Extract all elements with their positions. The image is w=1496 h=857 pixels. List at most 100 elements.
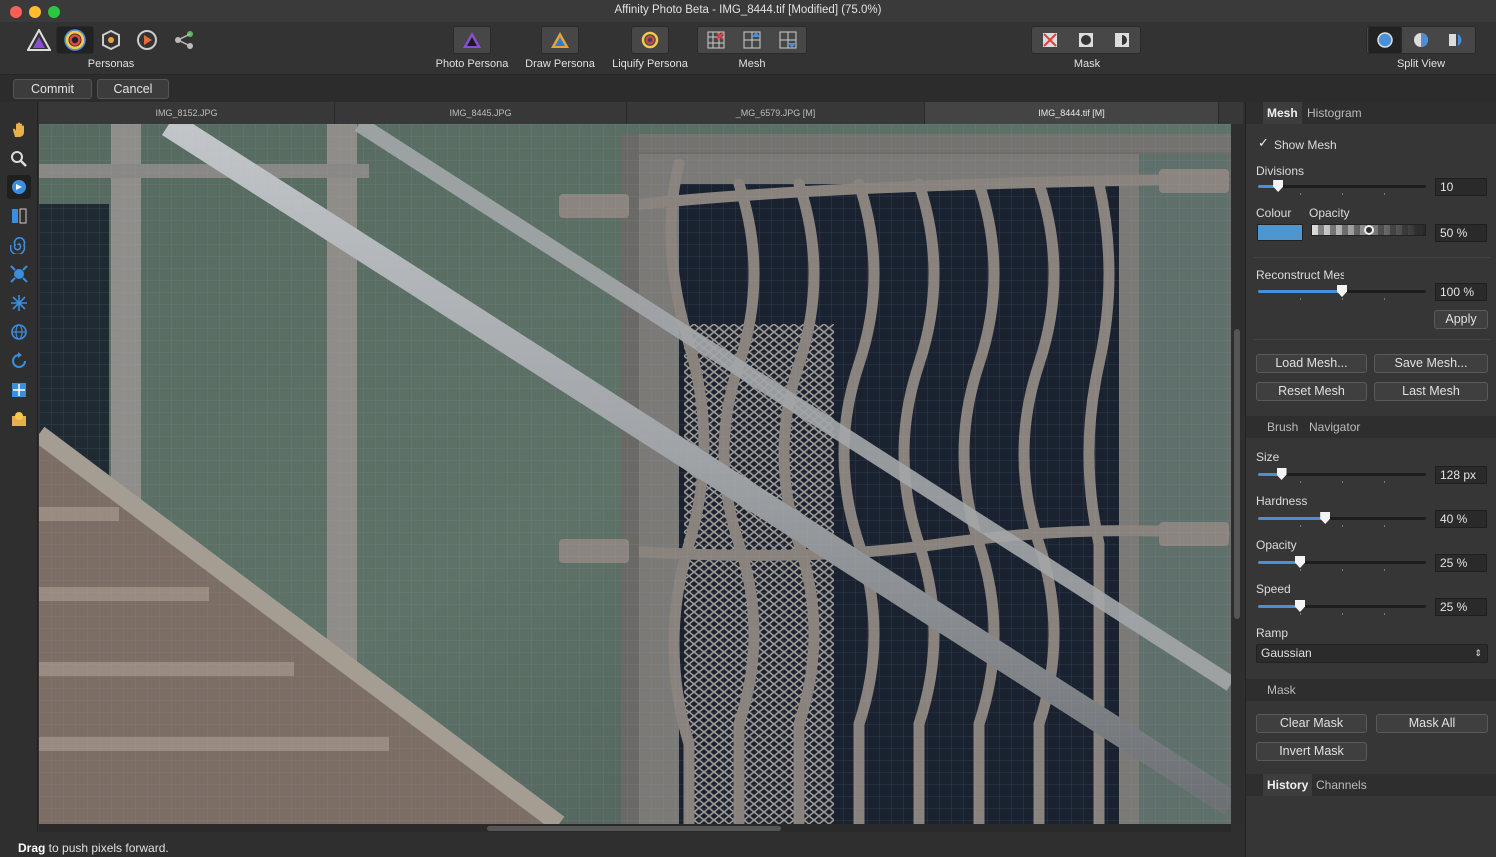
- mesh-opacity-field[interactable]: 50 %: [1435, 224, 1487, 242]
- last-mesh-button[interactable]: Last Mesh: [1374, 382, 1488, 401]
- app-window: Affinity Photo Beta - IMG_8444.tif [Modi…: [0, 0, 1496, 857]
- tab-history[interactable]: History: [1263, 774, 1313, 796]
- view-tool-hand-icon[interactable]: [7, 118, 31, 142]
- draw-persona-label: Draw Persona: [525, 58, 595, 70]
- mesh-colour-swatch[interactable]: [1257, 224, 1303, 241]
- slider-tick: [1384, 298, 1385, 300]
- export-persona-icon[interactable]: [128, 26, 166, 54]
- tab-channels[interactable]: Channels: [1316, 778, 1367, 792]
- slider-thumb[interactable]: [1337, 285, 1347, 297]
- slider-tick: [1300, 481, 1301, 483]
- slider-thumb[interactable]: [1276, 468, 1287, 480]
- tab-histogram[interactable]: Histogram: [1307, 106, 1362, 120]
- liquify-thaw-tool-icon[interactable]: [7, 407, 31, 431]
- horizontal-scroll-thumb[interactable]: [487, 826, 781, 831]
- liquify-freeze-tool-icon[interactable]: [7, 378, 31, 402]
- commit-button[interactable]: Commit: [13, 79, 92, 99]
- liquify-persona-button[interactable]: [631, 26, 669, 54]
- affinity-logo-icon[interactable]: [20, 26, 58, 54]
- photo-persona-button[interactable]: [453, 26, 491, 54]
- divisions-field[interactable]: 10: [1435, 178, 1487, 196]
- tab-navigator[interactable]: Navigator: [1309, 420, 1360, 434]
- liquify-twirl-tool-icon[interactable]: [7, 233, 31, 257]
- tab-mg-6579[interactable]: _MG_6579.JPG [M]: [627, 102, 925, 124]
- ramp-select[interactable]: Gaussian ⇕: [1256, 644, 1488, 663]
- divisions-slider[interactable]: [1258, 180, 1426, 195]
- mask-all-button[interactable]: Mask All: [1376, 714, 1488, 733]
- zoom-tool-icon[interactable]: [7, 147, 31, 171]
- mesh-opacity-slider[interactable]: [1311, 224, 1426, 236]
- horizontal-scrollbar[interactable]: [39, 824, 1231, 832]
- apply-button[interactable]: Apply: [1434, 310, 1488, 329]
- slider-tick: [1384, 613, 1385, 615]
- mask-panel-title: Mask: [1267, 683, 1296, 697]
- vertical-scroll-thumb[interactable]: [1234, 329, 1240, 619]
- clear-mask-icon[interactable]: [1033, 26, 1067, 54]
- share-icon[interactable]: [165, 26, 203, 54]
- draw-persona-button[interactable]: [541, 26, 579, 54]
- show-mesh-checkbox[interactable]: ✓: [1258, 136, 1270, 149]
- slider-thumb[interactable]: [1295, 556, 1305, 568]
- slider-thumb[interactable]: [1273, 180, 1284, 192]
- slider-tick: [1300, 298, 1301, 300]
- liquify-push-left-tool-icon[interactable]: [7, 204, 31, 228]
- split-view-icon[interactable]: [1404, 26, 1438, 54]
- slider-tick: [1342, 613, 1343, 615]
- tab-brush[interactable]: Brush: [1267, 420, 1298, 434]
- colour-label: Colour: [1256, 206, 1292, 220]
- reset-mesh-button[interactable]: Reset Mesh: [1256, 382, 1367, 401]
- liquify-pinch-tool-icon[interactable]: [7, 262, 31, 286]
- speed-slider[interactable]: [1258, 600, 1426, 615]
- invert-mask-button[interactable]: Invert Mask: [1256, 742, 1367, 761]
- tools-panel: [0, 102, 38, 832]
- mask-all-icon[interactable]: [1069, 26, 1103, 54]
- tab-img-8152[interactable]: IMG_8152.JPG: [39, 102, 335, 124]
- slider-tick: [1342, 193, 1343, 195]
- reconstruct-slider[interactable]: [1258, 285, 1426, 300]
- size-field[interactable]: 128 px: [1435, 466, 1487, 484]
- document-canvas[interactable]: [39, 124, 1231, 824]
- opacity-slider-knob[interactable]: [1364, 225, 1374, 235]
- slider-fill: [1258, 290, 1342, 293]
- slider-thumb[interactable]: [1295, 600, 1305, 612]
- hardness-field[interactable]: 40 %: [1435, 510, 1487, 528]
- liquify-push-forward-tool-icon[interactable]: [7, 175, 31, 199]
- liquify-turbulence-tool-icon[interactable]: [7, 320, 31, 344]
- mesh-label: Mesh: [738, 58, 766, 70]
- slider-tick: [1342, 569, 1343, 571]
- split-view-label: Split View: [1396, 58, 1446, 70]
- clear-mask-button[interactable]: Clear Mask: [1256, 714, 1367, 733]
- brush-opacity-label: Opacity: [1256, 538, 1297, 552]
- tab-img-8445[interactable]: IMG_8445.JPG: [335, 102, 627, 124]
- develop-persona-icon[interactable]: [92, 26, 130, 54]
- tab-mesh[interactable]: Mesh: [1263, 102, 1302, 124]
- single-view-icon[interactable]: [1368, 26, 1402, 54]
- clear-mesh-icon[interactable]: [699, 26, 733, 54]
- vertical-scrollbar[interactable]: [1231, 124, 1243, 824]
- liquify-punch-tool-icon[interactable]: [7, 291, 31, 315]
- size-slider[interactable]: [1258, 468, 1426, 483]
- mesh-push-up-icon[interactable]: [735, 26, 769, 54]
- brush-opacity-field[interactable]: 25 %: [1435, 554, 1487, 572]
- reconstruct-field[interactable]: 100 %: [1435, 283, 1487, 301]
- hardness-slider[interactable]: [1258, 512, 1426, 527]
- save-mesh-button[interactable]: Save Mesh...: [1374, 354, 1488, 373]
- invert-mask-icon[interactable]: [1105, 26, 1139, 54]
- main-toolbar: Personas Photo Persona Draw Persona Liqu…: [0, 22, 1496, 74]
- slider-tick: [1342, 481, 1343, 483]
- cancel-button[interactable]: Cancel: [97, 79, 169, 99]
- status-bar: Drag to push pixels forward.: [0, 832, 1245, 857]
- panel-divider: [1254, 257, 1490, 258]
- mesh-push-down-icon[interactable]: [771, 26, 805, 54]
- liquify-persona-icon[interactable]: [56, 26, 94, 54]
- mirror-view-icon[interactable]: [1440, 26, 1474, 54]
- liquify-reconstruct-tool-icon[interactable]: [7, 349, 31, 373]
- slider-tick: [1300, 569, 1301, 571]
- tab-img-8444[interactable]: IMG_8444.tif [M]: [925, 102, 1219, 124]
- panel-divider: [1254, 339, 1490, 340]
- brush-opacity-slider[interactable]: [1258, 556, 1426, 571]
- speed-field[interactable]: 25 %: [1435, 598, 1487, 616]
- slider-thumb[interactable]: [1320, 512, 1331, 524]
- load-mesh-button[interactable]: Load Mesh...: [1256, 354, 1367, 373]
- slider-tick: [1384, 525, 1385, 527]
